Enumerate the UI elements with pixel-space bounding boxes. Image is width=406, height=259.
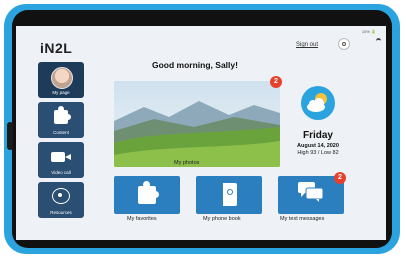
logo-text: iN2L xyxy=(40,40,73,56)
settings-gear-icon[interactable] xyxy=(338,38,350,50)
my-text-messages-tile[interactable] xyxy=(278,176,344,214)
sidebar-item-video-call[interactable]: Video call xyxy=(38,142,84,178)
weather-date: August 14, 2020 xyxy=(297,143,339,149)
messages-badge: 2 xyxy=(334,172,346,184)
my-photos-label: My photos xyxy=(174,160,200,166)
sidebar-item-content[interactable]: Content xyxy=(38,102,84,138)
wifi-icon xyxy=(376,38,381,44)
weather-widget xyxy=(301,86,335,120)
sidebar-item-my-page[interactable]: My page xyxy=(38,62,84,98)
sidebar-item-label: Content xyxy=(53,130,69,135)
sidebar-item-label: Resources xyxy=(50,210,72,215)
chat-icon xyxy=(298,182,324,202)
partly-cloudy-icon xyxy=(307,93,327,112)
sidebar-item-label: Video call xyxy=(51,170,71,175)
puzzle-icon xyxy=(54,106,71,124)
sidebar-item-label: My page xyxy=(52,90,70,95)
people-icon xyxy=(52,188,70,204)
greeting-title: Good morning, Sally! xyxy=(152,60,238,70)
puzzle-icon xyxy=(138,181,159,204)
my-favorites-tile[interactable] xyxy=(114,176,180,214)
sidebar: My page Content Video call Resources xyxy=(38,62,84,232)
hardware-button xyxy=(7,122,13,150)
screen: 10% 🔋 iN2L Sign out My page Content Vide… xyxy=(16,26,386,240)
my-favorites-label: My favorites xyxy=(127,216,157,222)
my-text-messages-label: My text messages xyxy=(280,216,325,222)
sign-out-link[interactable]: Sign out xyxy=(296,42,318,48)
photos-badge: 2 xyxy=(270,76,282,88)
phone-book-icon xyxy=(220,183,237,206)
my-phone-book-label: My phone book xyxy=(203,216,241,222)
sidebar-item-resources[interactable]: Resources xyxy=(38,182,84,218)
my-photos-card[interactable] xyxy=(114,81,280,167)
camera-icon xyxy=(51,152,71,162)
my-phone-book-tile[interactable] xyxy=(196,176,262,214)
battery-status: 10% 🔋 xyxy=(361,29,376,34)
weather-high-low: High 93 / Low 82 xyxy=(297,150,339,156)
weather-day: Friday xyxy=(302,130,333,141)
app-logo: iN2L xyxy=(40,40,72,56)
landscape-photo xyxy=(114,81,280,167)
user-avatar xyxy=(51,67,73,89)
